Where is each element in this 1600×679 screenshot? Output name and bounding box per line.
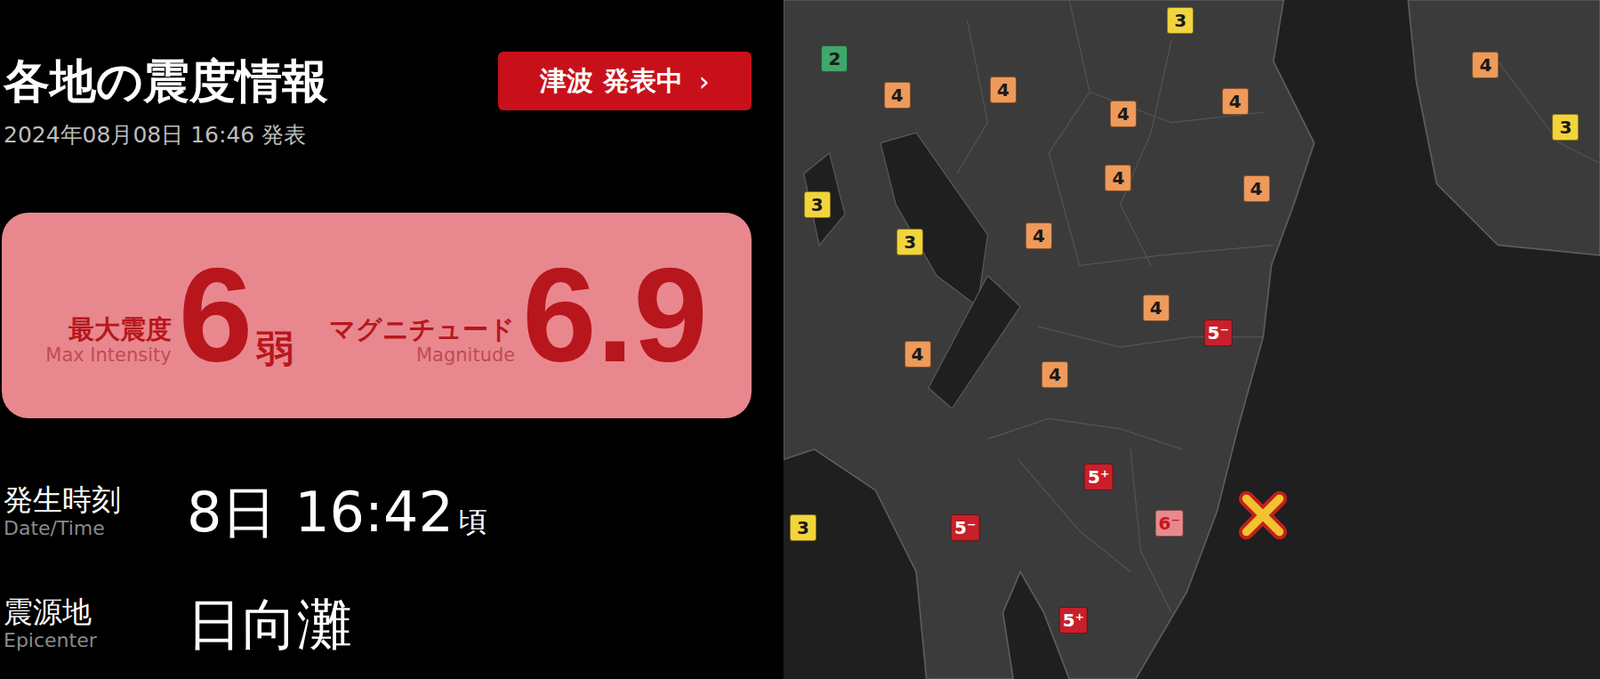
summary-card: 最大震度Max Intensity6弱マグニチュードMagnitude6.9: [1, 212, 752, 419]
intensity-marker[interactable]: 6⁻: [1155, 509, 1184, 537]
detail-value: 日向灘: [186, 594, 353, 655]
intensity-marker[interactable]: 4: [884, 81, 911, 109]
intensity-marker[interactable]: 3: [789, 514, 817, 541]
intensity-marker[interactable]: 3: [804, 191, 831, 218]
tsunami-button[interactable]: 津波 発表中 ›: [498, 51, 752, 111]
detail-row: 震源地Epicenter日向灘: [1, 594, 752, 655]
intensity-marker[interactable]: 5⁻: [1204, 319, 1233, 346]
epicenter-icon: [1235, 487, 1291, 543]
intensity-marker[interactable]: 3: [1551, 113, 1579, 141]
title-row: 各地の震度情報 津波 発表中 ›: [1, 51, 752, 111]
detail-label: 震源地Epicenter: [1, 594, 187, 653]
magnitude-label: マグニチュードMagnitude: [329, 314, 515, 366]
earthquake-screen: 各地の震度情報 津波 発表中 › 2024年08月08日 16:46 発表最大震度Ma…: [0, 0, 1600, 679]
info-panel: 各地の震度情報 津波 発表中 › 2024年08月08日 16:46 発表最大震度Ma…: [0, 0, 784, 679]
details-list: 発生時刻Date/Time8日 16:42頃震源地Epicenter日向灘: [1, 482, 752, 655]
chevron-icon: ›: [699, 65, 710, 97]
intensity-marker[interactable]: 4: [1471, 51, 1499, 79]
intensity-marker[interactable]: 5⁺: [1059, 606, 1088, 634]
detail-row: 発生時刻Date/Time8日 16:42頃: [1, 482, 752, 543]
intensity-marker[interactable]: 4: [1109, 100, 1137, 128]
intensity-marker[interactable]: 4: [1104, 164, 1132, 192]
intensity-marker[interactable]: 3: [896, 228, 924, 256]
intensity-marker[interactable]: 2: [820, 45, 848, 73]
intensity-map[interactable]: 3 2 4 4 4 4 4 3 3 4 4 3 4 4 5⁻ 4 4 5⁺ 6⁻ 5⁻ 3 5⁺: [783, 0, 1600, 679]
max-intensity-label: 最大震度Max Intensity: [45, 314, 172, 366]
max-intensity-value: 6: [178, 240, 253, 390]
intensity-marker[interactable]: 4: [1222, 88, 1249, 115]
detail-label: 発生時刻Date/Time: [1, 482, 187, 541]
intensity-marker[interactable]: 5⁻: [950, 514, 980, 541]
max-intensity-suffix: 弱: [256, 326, 294, 370]
intensity-marker[interactable]: 4: [1142, 294, 1170, 322]
magnitude: マグニチュードMagnitude6.9: [329, 248, 708, 382]
magnitude-value: 6.9: [522, 240, 708, 390]
issued-time: 2024年08月08日 16:46 発表: [1, 120, 752, 151]
tsunami-button-label: 津波 発表中: [539, 63, 683, 100]
intensity-marker[interactable]: 5⁺: [1084, 463, 1113, 491]
intensity-marker[interactable]: 4: [989, 76, 1017, 104]
title: 各地の震度情報: [1, 53, 329, 109]
intensity-marker[interactable]: 4: [904, 340, 932, 368]
intensity-marker[interactable]: 4: [1243, 175, 1271, 202]
intensity-marker[interactable]: 4: [1041, 361, 1069, 388]
max-intensity: 最大震度Max Intensity6弱: [45, 248, 294, 382]
intensity-marker[interactable]: 3: [1166, 7, 1194, 34]
intensity-marker[interactable]: 4: [1025, 222, 1053, 250]
detail-value: 8日 16:42頃: [186, 482, 488, 543]
